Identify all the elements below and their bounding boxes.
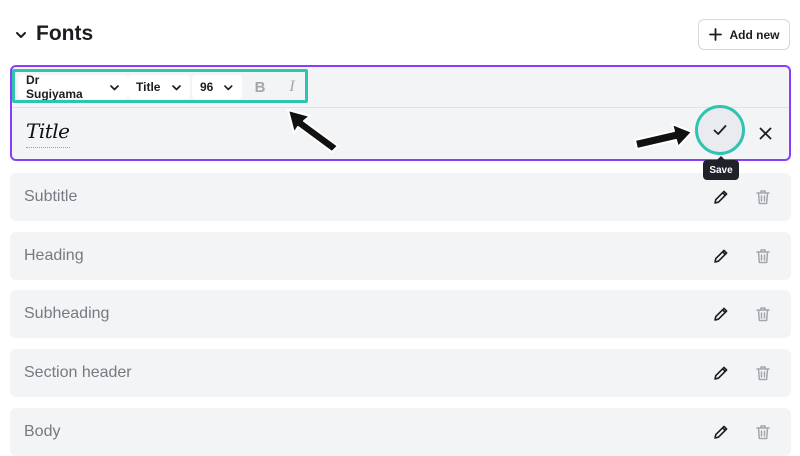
font-row-label: Section header — [24, 364, 132, 381]
save-tooltip: Save — [703, 156, 739, 180]
font-row-label: Subheading — [24, 305, 110, 322]
font-row-subtitle[interactable]: Subtitle — [10, 173, 791, 221]
font-row-heading[interactable]: Heading — [10, 232, 791, 280]
trash-icon[interactable] — [754, 423, 772, 441]
add-new-label: Add new — [729, 27, 780, 42]
pencil-icon[interactable] — [712, 423, 730, 441]
toolbar-highlight-box — [12, 69, 308, 103]
trash-icon[interactable] — [754, 305, 772, 323]
fonts-header: Fonts Add new — [0, 0, 800, 66]
font-row-section-header[interactable]: Section header — [10, 349, 791, 397]
font-row-label: Heading — [24, 247, 84, 264]
check-icon — [713, 125, 727, 135]
save-button[interactable] — [695, 105, 745, 155]
collapse-chevron-icon[interactable] — [14, 28, 28, 42]
close-icon — [759, 127, 771, 139]
font-row-body[interactable]: Body — [10, 408, 791, 456]
pencil-icon[interactable] — [712, 364, 730, 382]
annotation-arrow-icon — [634, 123, 693, 150]
pencil-icon[interactable] — [712, 247, 730, 265]
trash-icon[interactable] — [754, 188, 772, 206]
font-preview-text: Title — [26, 119, 70, 143]
add-new-button[interactable]: Add new — [698, 19, 790, 50]
annotation-arrow-icon — [287, 109, 339, 153]
plus-icon — [708, 28, 722, 41]
trash-icon[interactable] — [754, 247, 772, 265]
font-row-label: Subtitle — [24, 188, 78, 205]
font-row-subheading[interactable]: Subheading — [10, 290, 791, 338]
section-title: Fonts — [36, 22, 94, 45]
preview-underline — [26, 147, 70, 148]
font-row-label: Body — [24, 423, 61, 440]
font-toolbar: Dr Sugiyama Title 96 B I — [12, 67, 789, 108]
pencil-icon[interactable] — [712, 188, 730, 206]
cancel-button[interactable] — [756, 124, 774, 142]
trash-icon[interactable] — [754, 364, 772, 382]
pencil-icon[interactable] — [712, 305, 730, 323]
